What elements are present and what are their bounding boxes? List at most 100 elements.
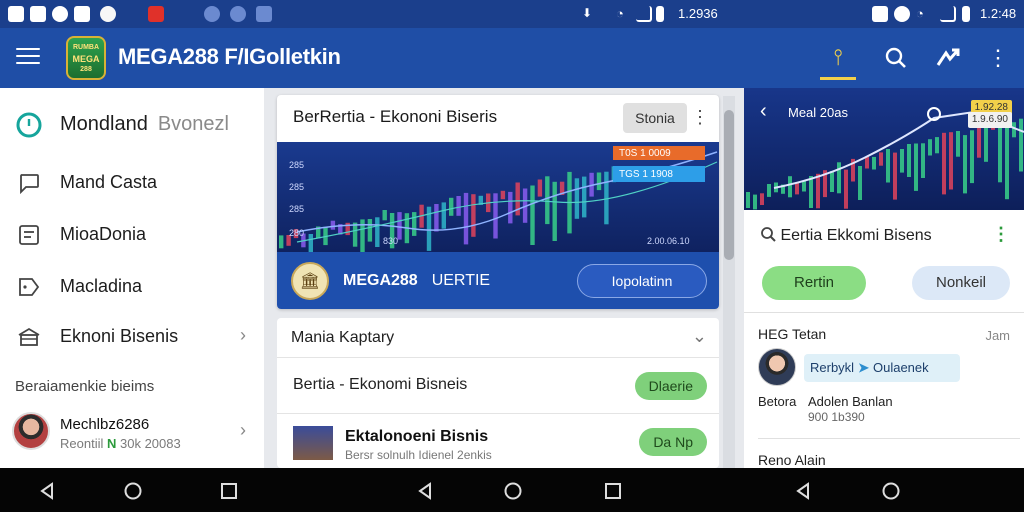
candlestick-chart: 285 285 285 280 830 2.00.06.10 T0S 1 000…	[277, 142, 719, 252]
list-item-pill[interactable]: Dlaerie	[634, 372, 707, 400]
candle	[537, 179, 543, 197]
drawer-item-mioadonia[interactable]: MioaDonia	[0, 210, 264, 258]
candle	[865, 156, 869, 169]
candle	[352, 222, 358, 247]
candle	[582, 176, 587, 218]
drawer-item-mondland[interactable]: Mondland Bvonezl	[0, 100, 264, 148]
list-header[interactable]: Mania Kaptary ⌄	[277, 318, 719, 358]
download-icon: ⬇	[582, 6, 593, 20]
wifi-icon-right: ◔	[916, 6, 924, 21]
search-text: Eertia Ekkomi Bisens	[780, 227, 932, 244]
drawer-label-ekonomi-bisenis: Eknoni Bisenis	[60, 326, 179, 346]
filter-chip-right[interactable]: Nonkeil	[912, 266, 1010, 300]
y-tick-2: 285	[289, 182, 304, 192]
author-tag[interactable]: Rerbykl ➤ Oulaenek	[804, 354, 960, 382]
profile-check: N	[106, 436, 117, 451]
whatsapp-icon	[52, 6, 68, 22]
back-arrow-icon[interactable]: ‹	[760, 100, 767, 123]
news-icon	[16, 222, 42, 248]
scrollbar-thumb[interactable]	[724, 110, 734, 260]
more-icon[interactable]: ⋮	[980, 40, 1016, 76]
status-bar: ⬇ ◔ 1.2936 ◔ 1.2:48	[0, 0, 1024, 28]
candle	[963, 135, 967, 194]
candle	[956, 131, 960, 157]
article-meta: 900 1b390	[808, 410, 865, 424]
app-bar: RUMBA MEGA 288 MEGA288 F/IGolletkin ⫯ ⋮	[0, 28, 1024, 88]
candle	[816, 173, 820, 209]
candle	[788, 176, 792, 198]
search-label[interactable]: Eertia Ekkomi Bisens	[760, 226, 932, 245]
candle	[552, 181, 557, 241]
candle	[928, 139, 932, 156]
more-icon[interactable]: ⋮	[691, 107, 709, 127]
profile-subtitle: Reontiil N 30k 20083	[60, 436, 181, 451]
back-icon[interactable]	[416, 482, 434, 500]
section-title: HEG Tetan	[758, 326, 827, 342]
detail-chart: ‹ Meal 20as 1.92.28 1.9.6.90	[744, 88, 1024, 210]
candle	[879, 152, 883, 166]
market-card[interactable]: BerRertia - Ekononi Biseris Stonia ⋮ 285…	[277, 95, 719, 309]
filter-chip-left[interactable]: Rertin	[762, 266, 866, 300]
back-icon[interactable]	[38, 482, 56, 500]
candle	[508, 191, 513, 224]
candle	[530, 185, 535, 245]
recents-icon[interactable]	[220, 482, 238, 500]
search-icon[interactable]	[878, 40, 914, 76]
navigation-drawer: Mondland Bvonezl Mand Casta MioaDonia Mac…	[0, 88, 264, 468]
article-title: Adolen Banlan	[808, 394, 893, 409]
share-icon[interactable]	[930, 40, 966, 76]
list-item[interactable]: Ektalonoeni Bisnis Bersr solnulh Idienel…	[277, 414, 719, 468]
home-icon[interactable]	[124, 482, 142, 500]
candle	[1012, 122, 1016, 138]
candle	[942, 132, 946, 195]
menu-icon[interactable]	[16, 48, 40, 68]
candle	[984, 127, 988, 162]
candle	[604, 171, 609, 225]
profile-name: Mechlbz6286	[60, 416, 150, 433]
search-icon	[761, 227, 776, 242]
candles	[746, 117, 1023, 210]
chevron-down-icon[interactable]: ⌄	[692, 326, 707, 347]
candle	[382, 210, 387, 221]
candle	[837, 162, 841, 194]
back-icon[interactable]	[794, 482, 812, 500]
x-tick-right: 2.00.06.10	[647, 236, 690, 246]
home-icon[interactable]	[882, 482, 900, 500]
news-list-card: Mania Kaptary ⌄ Bertia - Ekonomi Bisneis…	[277, 318, 719, 468]
app-logo: RUMBA MEGA 288	[66, 36, 106, 80]
recents-icon[interactable]	[604, 482, 622, 500]
dropbox-icon	[256, 6, 272, 22]
drawer-item-macladina[interactable]: Macladina	[0, 262, 264, 310]
notification-icon	[8, 6, 24, 22]
system-nav-bar	[0, 468, 1024, 512]
candle	[574, 178, 580, 219]
candle	[970, 130, 974, 184]
drawer-item-mand-casta[interactable]: Mand Casta	[0, 158, 264, 206]
candle	[921, 143, 925, 178]
list-item-pill[interactable]: Da Np	[639, 428, 707, 456]
more-icon[interactable]: ⋮	[992, 224, 1010, 245]
filter-chip[interactable]: Stonia	[623, 103, 687, 133]
candle	[753, 194, 757, 210]
section-timestamp: Jam	[985, 328, 1010, 343]
chevron-right-icon: ›	[240, 420, 246, 440]
settings-icon	[230, 6, 246, 22]
candle	[893, 152, 897, 200]
candle	[872, 156, 876, 170]
list-item-subtitle: Bersr solnulh Idienel 2enkis	[345, 448, 492, 462]
divider	[758, 438, 1020, 439]
candle	[746, 192, 750, 208]
candle	[935, 137, 939, 154]
avatar	[12, 412, 50, 450]
footer-title: MEGA288 UERTIE	[343, 272, 491, 289]
status-time: 1.2936	[678, 6, 718, 21]
list-item[interactable]: Bertia - Ekonomi Bisneis Dlaerie	[277, 358, 719, 414]
home-icon[interactable]	[504, 482, 522, 500]
profile-row[interactable]: Mechlbz6286 Reontiil N 30k 20083 ›	[0, 406, 264, 462]
footer-action-button[interactable]: Iopolatinn	[577, 264, 707, 298]
candle	[900, 149, 904, 173]
drawer-item-ekonomi-bisenis[interactable]: Eknoni Bisenis ›	[0, 312, 264, 360]
list-item-title: Ektalonoeni Bisnis	[345, 428, 489, 445]
divider	[744, 312, 1024, 313]
trend-icon[interactable]: ⫯	[820, 36, 856, 80]
